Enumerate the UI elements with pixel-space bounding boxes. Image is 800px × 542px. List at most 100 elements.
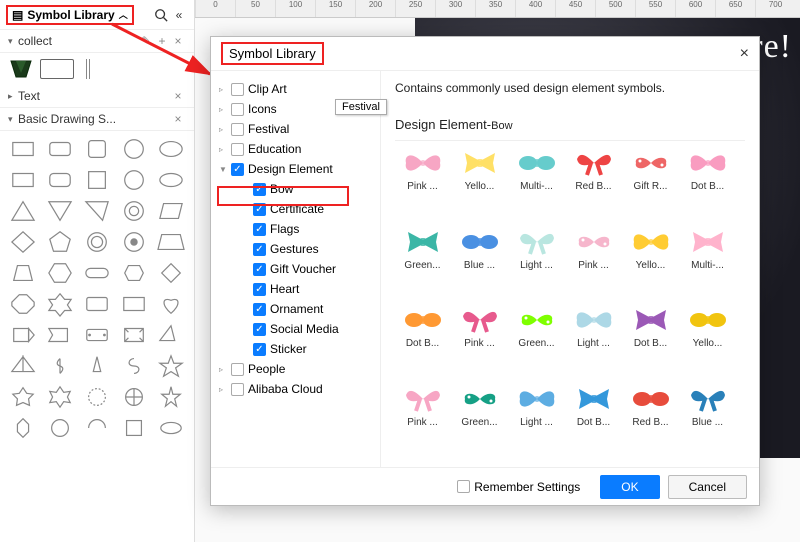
symbol-item[interactable]: Dot B... (680, 147, 735, 222)
checkbox[interactable]: ✓ (253, 283, 266, 296)
shape-item[interactable] (43, 197, 77, 225)
symbol-item[interactable]: Yello... (452, 147, 507, 222)
shape-item[interactable] (6, 228, 40, 256)
shape-item[interactable] (117, 414, 151, 442)
symbol-item[interactable]: Gift R... (623, 147, 678, 222)
shape-item[interactable] (117, 290, 151, 318)
shape-item[interactable] (80, 290, 114, 318)
search-icon[interactable] (152, 6, 170, 24)
shape-item[interactable] (154, 259, 188, 287)
tree-item-gestures[interactable]: ✓Gestures (213, 239, 378, 259)
shape-item[interactable] (43, 135, 77, 163)
collect-shape-1[interactable] (8, 59, 34, 79)
close-icon[interactable]: × (170, 112, 186, 126)
checkbox[interactable]: ✓ (253, 183, 266, 196)
shape-item[interactable] (80, 228, 114, 256)
symbol-item[interactable]: Blue ... (680, 383, 735, 458)
tree-item-festival[interactable]: ▹Festival (213, 119, 378, 139)
tree-item-ornament[interactable]: ✓Ornament (213, 299, 378, 319)
symbol-item[interactable]: Pink ... (395, 147, 450, 222)
shape-item[interactable] (43, 228, 77, 256)
shape-item[interactable] (154, 290, 188, 318)
close-button[interactable]: × (740, 45, 749, 63)
symbol-item[interactable]: Blue ... (452, 226, 507, 301)
checkbox[interactable]: ✓ (253, 243, 266, 256)
tree-item-social-media[interactable]: ✓Social Media (213, 319, 378, 339)
symbol-library-dropdown[interactable]: ▤ Symbol Library ︿ (6, 5, 134, 25)
checkbox[interactable]: ✓ (253, 303, 266, 316)
symbol-item[interactable]: Red B... (623, 383, 678, 458)
checkbox[interactable]: ✓ (253, 343, 266, 356)
shape-item[interactable] (154, 197, 188, 225)
checkbox[interactable] (231, 103, 244, 116)
checkbox[interactable] (231, 383, 244, 396)
shape-item[interactable] (80, 352, 114, 380)
shape-item[interactable] (43, 290, 77, 318)
shape-item[interactable] (117, 197, 151, 225)
shape-item[interactable] (6, 383, 40, 411)
shape-item[interactable] (154, 228, 188, 256)
symbol-item[interactable]: Dot B... (395, 304, 450, 379)
shape-item[interactable] (80, 259, 114, 287)
symbol-item[interactable]: Multi-... (509, 147, 564, 222)
edit-icon[interactable]: ✎ (138, 34, 154, 48)
symbol-item[interactable]: Red B... (566, 147, 621, 222)
shape-item[interactable] (43, 414, 77, 442)
shape-item[interactable] (117, 135, 151, 163)
shape-item[interactable] (6, 352, 40, 380)
symbol-item[interactable]: Yello... (623, 226, 678, 301)
symbol-item[interactable]: Green... (509, 304, 564, 379)
symbol-item[interactable]: Pink ... (452, 304, 507, 379)
shape-item[interactable] (154, 352, 188, 380)
symbol-item[interactable]: Light ... (509, 383, 564, 458)
shape-item[interactable] (154, 135, 188, 163)
tree-item-alibaba-cloud[interactable]: ▹Alibaba Cloud (213, 379, 378, 399)
symbol-item[interactable]: Light ... (509, 226, 564, 301)
shape-item[interactable] (6, 197, 40, 225)
shape-item[interactable] (80, 135, 114, 163)
checkbox[interactable] (231, 83, 244, 96)
symbol-item[interactable]: Green... (452, 383, 507, 458)
shape-item[interactable] (117, 228, 151, 256)
checkbox[interactable] (231, 143, 244, 156)
checkbox[interactable] (231, 363, 244, 376)
tree-item-people[interactable]: ▹People (213, 359, 378, 379)
tree-item-education[interactable]: ▹Education (213, 139, 378, 159)
shape-item[interactable] (117, 383, 151, 411)
shape-item[interactable] (80, 321, 114, 349)
symbol-item[interactable]: Dot B... (623, 304, 678, 379)
text-section-header[interactable]: ▸ Text × (0, 85, 194, 108)
shape-item[interactable] (6, 135, 40, 163)
shape-item[interactable] (43, 166, 77, 194)
shape-item[interactable] (6, 321, 40, 349)
symbol-item[interactable]: Pink ... (395, 383, 450, 458)
tree-item-clip-art[interactable]: ▹Clip Art (213, 79, 378, 99)
shape-item[interactable] (117, 166, 151, 194)
shape-item[interactable] (80, 414, 114, 442)
checkbox[interactable]: ✓ (231, 163, 244, 176)
shape-item[interactable] (117, 352, 151, 380)
close-icon[interactable]: × (170, 34, 186, 48)
ok-button[interactable]: OK (600, 475, 659, 499)
shape-item[interactable] (80, 166, 114, 194)
checkbox[interactable] (231, 123, 244, 136)
checkbox[interactable]: ✓ (253, 263, 266, 276)
shape-item[interactable] (154, 321, 188, 349)
shape-item[interactable] (80, 197, 114, 225)
shape-item[interactable] (117, 321, 151, 349)
symbol-item[interactable]: Pink ... (566, 226, 621, 301)
symbol-item[interactable]: Light ... (566, 304, 621, 379)
shape-item[interactable] (6, 290, 40, 318)
shape-item[interactable] (43, 383, 77, 411)
collect-section-header[interactable]: ▾ collect ✎ + × (0, 30, 194, 53)
add-icon[interactable]: + (154, 34, 170, 48)
collapse-icon[interactable]: « (170, 6, 188, 24)
collect-shape-3[interactable] (86, 59, 90, 79)
shape-item[interactable] (6, 259, 40, 287)
shape-item[interactable] (154, 414, 188, 442)
symbol-item[interactable]: Dot B... (566, 383, 621, 458)
symbol-item[interactable]: Multi-... (680, 226, 735, 301)
shape-item[interactable] (6, 414, 40, 442)
symbol-item[interactable]: Green... (395, 226, 450, 301)
shape-item[interactable] (43, 259, 77, 287)
